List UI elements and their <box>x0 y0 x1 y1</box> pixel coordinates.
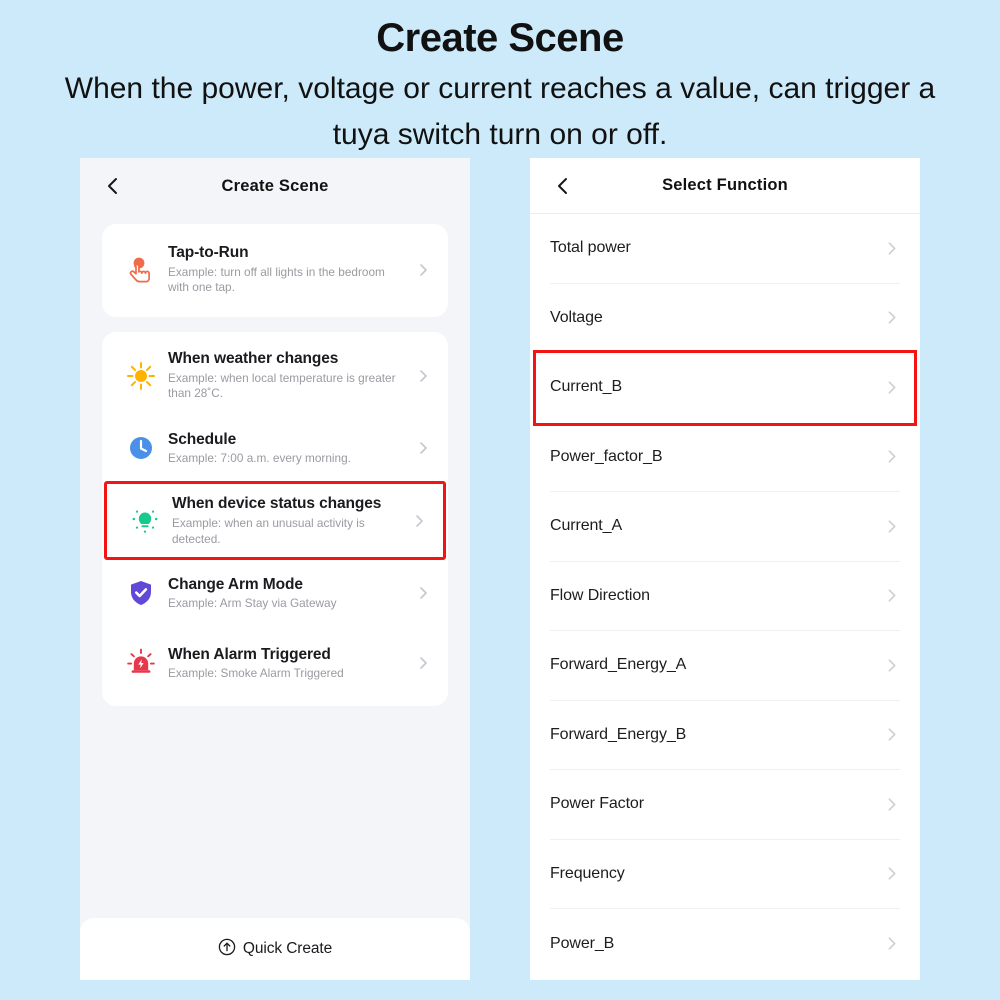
chevron-right-icon[interactable] <box>414 262 432 278</box>
function-row-voltage[interactable]: Voltage <box>550 284 900 353</box>
function-row-current-b[interactable]: Current_B <box>533 350 917 426</box>
function-label: Forward_Energy_A <box>550 656 687 674</box>
scene-title: Change Arm Mode <box>168 575 303 593</box>
page-headline: Create Scene <box>376 16 624 60</box>
scene-title: When Alarm Triggered <box>168 645 331 663</box>
right-panel-title: Select Function <box>662 176 788 194</box>
chevron-right-icon[interactable] <box>883 935 900 952</box>
scene-text: Schedule Example: 7:00 a.m. every mornin… <box>168 430 414 467</box>
function-row-power-factor-b[interactable]: Power_factor_B <box>550 423 900 492</box>
left-panel-title: Create Scene <box>221 176 329 195</box>
chevron-right-icon[interactable] <box>883 865 900 882</box>
chevron-right-icon[interactable] <box>883 309 900 326</box>
quick-create-label: Quick Create <box>242 940 333 957</box>
chevron-left-icon[interactable] <box>102 175 124 197</box>
function-row-total-power[interactable]: Total power <box>550 214 900 284</box>
scene-title: Tap-to-Run <box>168 244 249 261</box>
chevron-right-icon[interactable] <box>883 726 900 743</box>
smart-bulb-icon <box>118 497 172 545</box>
function-list: Total power Voltage Current_B Power_fact… <box>530 214 920 980</box>
scene-title: Schedule <box>168 430 237 448</box>
function-row-forward-energy-b[interactable]: Forward_Energy_B <box>550 701 900 770</box>
chevron-right-icon[interactable] <box>883 657 900 674</box>
scene-row-weather[interactable]: When weather changes Example: when local… <box>102 338 448 413</box>
scene-description: Example: turn off all lights in the bedr… <box>168 264 385 295</box>
function-row-flow-direction[interactable]: Flow Direction <box>550 562 900 631</box>
triggers-card: When weather changes Example: when local… <box>102 332 448 707</box>
function-label: Power_B <box>550 934 615 952</box>
function-row-power-b[interactable]: Power_B <box>550 909 900 979</box>
chevron-right-icon[interactable] <box>414 368 432 384</box>
function-row-power-factor[interactable]: Power Factor <box>550 770 900 840</box>
scene-row-arm-mode[interactable]: Change Arm Mode Example: Arm Stay via Ga… <box>102 558 448 628</box>
left-phone-header: Create Scene <box>80 158 470 214</box>
scene-row-alarm-triggered[interactable]: When Alarm Triggered Example: Smoke Alar… <box>102 628 448 698</box>
scene-text: Change Arm Mode Example: Arm Stay via Ga… <box>168 575 414 612</box>
function-label: Power_factor_B <box>550 447 663 465</box>
chevron-left-icon[interactable] <box>552 175 574 197</box>
left-phone-panel: Create Scene Tap-to-Run Example: turn of… <box>80 158 470 980</box>
scene-title: When device status changes <box>172 495 382 513</box>
page-subline: When the power, voltage or current reach… <box>64 72 936 151</box>
alarm-siren-icon <box>114 639 168 687</box>
chevron-right-icon[interactable] <box>883 518 900 535</box>
scene-row-device-status[interactable]: When device status changes Example: when… <box>104 481 446 561</box>
chevron-right-icon[interactable] <box>410 513 428 529</box>
chevron-right-icon[interactable] <box>883 448 900 465</box>
right-phone-header: Select Function <box>530 158 920 214</box>
function-row-forward-energy-a[interactable]: Forward_Energy_A <box>550 631 900 701</box>
function-row-frequency[interactable]: Frequency <box>550 840 900 909</box>
arrow-up-circle-icon <box>218 938 236 961</box>
scene-text: When device status changes Example: when… <box>172 494 410 547</box>
function-label: Total power <box>550 239 631 257</box>
scene-description: Example: Arm Stay via Gateway <box>168 596 337 611</box>
scene-text: When Alarm Triggered Example: Smoke Alar… <box>168 645 414 682</box>
clock-icon <box>114 424 168 472</box>
chevron-right-icon[interactable] <box>883 379 900 396</box>
scene-description: Example: when an unusual activity is det… <box>172 515 365 546</box>
function-label: Frequency <box>550 864 625 882</box>
scene-description: Example: Smoke Alarm Triggered <box>168 666 344 681</box>
function-label: Power Factor <box>550 795 644 813</box>
chevron-right-icon[interactable] <box>414 585 432 601</box>
chevron-right-icon[interactable] <box>883 796 900 813</box>
chevron-right-icon[interactable] <box>414 655 432 671</box>
function-row-current-a[interactable]: Current_A <box>550 492 900 562</box>
function-label: Current_B <box>550 378 623 396</box>
function-label: Forward_Energy_B <box>550 725 687 743</box>
scene-description: Example: 7:00 a.m. every morning. <box>168 451 351 466</box>
quick-create-button[interactable]: Quick Create <box>80 918 470 980</box>
chevron-right-icon[interactable] <box>883 587 900 604</box>
scene-row-schedule[interactable]: Schedule Example: 7:00 a.m. every mornin… <box>102 413 448 483</box>
shield-check-icon <box>114 569 168 617</box>
scene-title: When weather changes <box>168 350 339 368</box>
tap-hand-icon <box>114 246 168 294</box>
chevron-right-icon[interactable] <box>883 240 900 257</box>
function-label: Flow Direction <box>550 586 650 604</box>
chevron-right-icon[interactable] <box>414 440 432 456</box>
sun-icon <box>114 352 168 400</box>
scene-text: When weather changes Example: when local… <box>168 349 414 402</box>
page-root: Create Scene When the power, voltage or … <box>0 0 1000 1000</box>
function-label: Current_A <box>550 517 623 535</box>
scene-text: Tap-to-Run Example: turn off all lights … <box>168 243 414 296</box>
function-label: Voltage <box>550 308 603 326</box>
scene-description: Example: when local temperature is great… <box>168 370 396 401</box>
tap-to-run-card: Tap-to-Run Example: turn off all lights … <box>102 224 448 318</box>
scene-row-tap-to-run[interactable]: Tap-to-Run Example: turn off all lights … <box>102 232 448 307</box>
right-phone-panel: Select Function Total power Voltage Curr… <box>530 158 920 980</box>
